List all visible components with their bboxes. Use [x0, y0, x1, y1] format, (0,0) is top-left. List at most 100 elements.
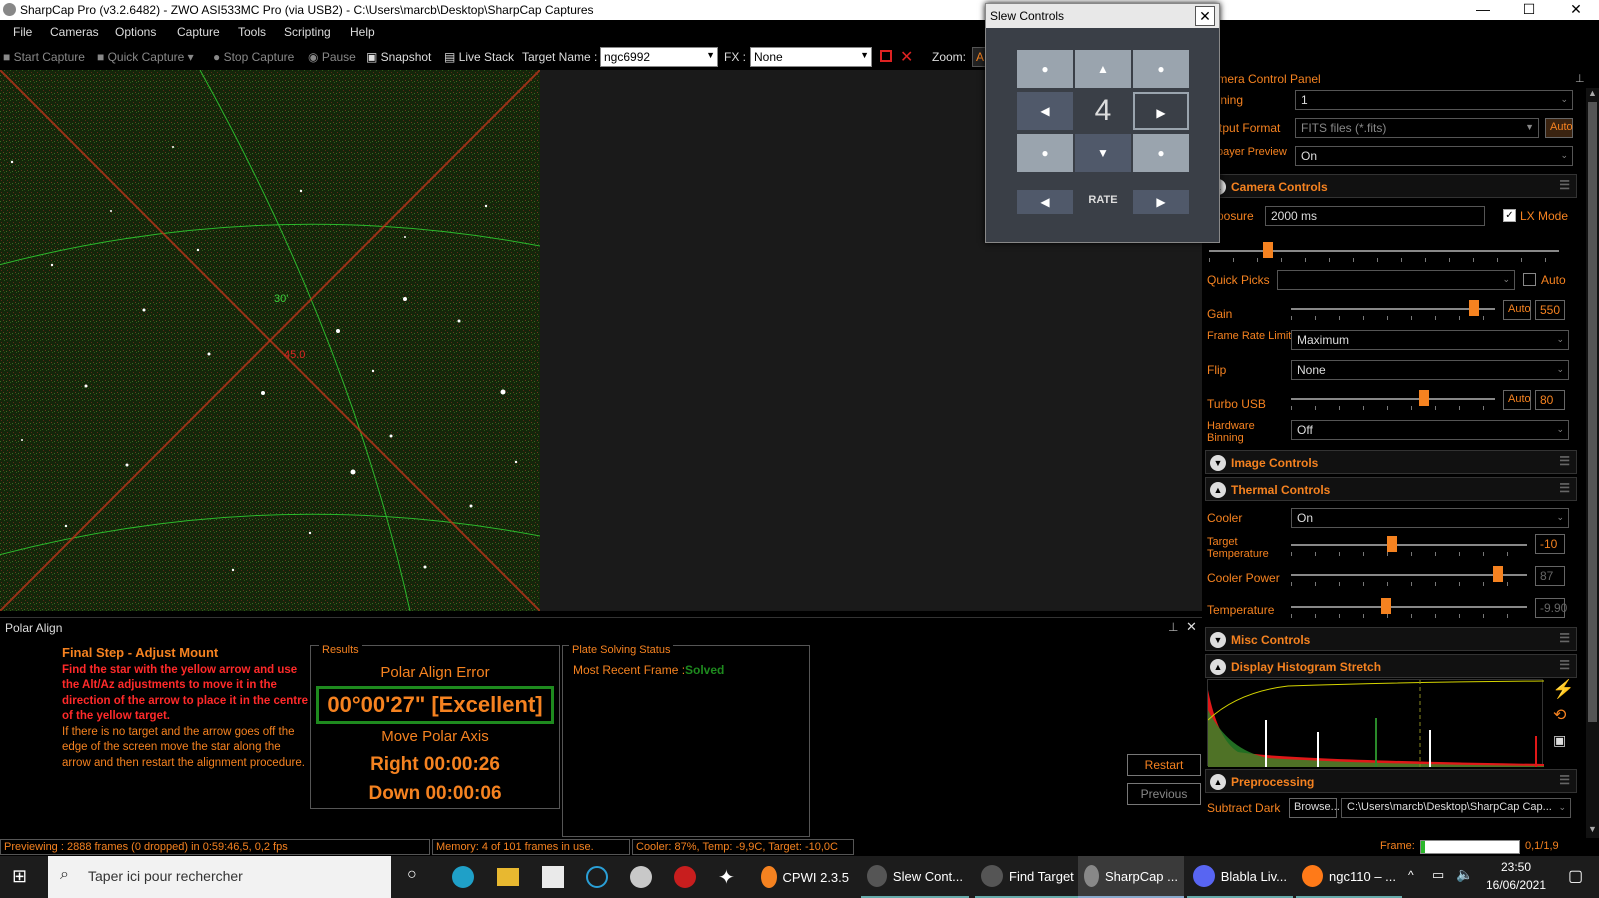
frame-rate-select[interactable]: Maximum ⌄: [1291, 330, 1569, 350]
histogram-header[interactable]: ▲ Display Histogram Stretch ☰: [1205, 654, 1577, 678]
quick-capture-button[interactable]: ■ Quick Capture ▾: [97, 50, 194, 64]
gain-value[interactable]: 550: [1535, 300, 1565, 320]
rate-increase-button[interactable]: ▶: [1133, 190, 1189, 214]
binning-select[interactable]: 1 ⌄: [1295, 90, 1573, 110]
start-capture-button[interactable]: ■ Start Capture: [3, 50, 85, 64]
live-stack-button[interactable]: ▤ Live Stack: [444, 50, 514, 64]
cooler-select[interactable]: On ⌄: [1291, 508, 1569, 528]
menu-icon[interactable]: ☰: [1559, 481, 1570, 495]
slew-se-button[interactable]: ●: [1133, 134, 1189, 172]
exposure-input[interactable]: 2000 ms: [1265, 206, 1485, 226]
windows-start-icon[interactable]: ⊞: [12, 866, 27, 887]
volume-icon[interactable]: 🔈: [1456, 866, 1473, 883]
scrollbar-thumb[interactable]: [1588, 102, 1597, 722]
thermal-controls-header[interactable]: ▲ Thermal Controls ☰: [1205, 477, 1577, 501]
camera-controls-header[interactable]: ▲Camera Controls☰: [1205, 174, 1577, 198]
star-app-icon[interactable]: ✦: [718, 865, 735, 890]
taskbar-app-sharpcap[interactable]: SharpCap ...: [1078, 856, 1184, 898]
flip-select[interactable]: None ⌄: [1291, 360, 1569, 380]
turbo-usb-slider[interactable]: [1291, 390, 1495, 410]
task-view-icon[interactable]: ○: [407, 866, 417, 884]
fx-select[interactable]: None ▼: [750, 47, 872, 67]
lightning-icon[interactable]: ⚡: [1552, 679, 1574, 700]
debayer-select[interactable]: On ⌄: [1295, 146, 1573, 166]
chevron-up-icon[interactable]: ▲: [1210, 659, 1226, 675]
minimize-button[interactable]: —: [1460, 0, 1506, 20]
output-auto-button[interactable]: Auto: [1545, 118, 1573, 138]
chevron-down-icon[interactable]: ▼: [1210, 632, 1226, 648]
ccleaner-icon[interactable]: [586, 866, 608, 888]
turbo-usb-value[interactable]: 80: [1535, 390, 1565, 410]
menu-cameras[interactable]: Cameras: [50, 25, 99, 39]
restart-button[interactable]: Restart: [1127, 754, 1201, 776]
cross-reticle-icon[interactable]: ✕: [900, 47, 913, 67]
output-format-select[interactable]: FITS files (*.fits) ▼: [1295, 118, 1539, 138]
clock-date[interactable]: 16/06/2021: [1480, 878, 1552, 892]
snapshot-button[interactable]: ▣ Snapshot: [366, 50, 431, 64]
panel-scrollbar[interactable]: ▲ ▼: [1586, 88, 1599, 838]
temperature-thumb[interactable]: [1381, 598, 1391, 614]
slew-right-button[interactable]: ▶: [1133, 92, 1189, 130]
target-name-input[interactable]: ngc6992 ▼: [600, 47, 718, 67]
close-icon[interactable]: ✕: [1186, 619, 1197, 635]
hardware-binning-select[interactable]: Off ⌄: [1291, 420, 1569, 440]
image-controls-header[interactable]: ▼ Image Controls ☰: [1205, 450, 1577, 474]
chevron-up-icon[interactable]: ▲: [1210, 774, 1226, 790]
slew-title-bar[interactable]: Slew Controls ✕: [986, 4, 1219, 28]
menu-capture[interactable]: Capture: [177, 25, 220, 39]
slew-up-button[interactable]: ▲: [1075, 50, 1131, 88]
misc-controls-header[interactable]: ▼ Misc Controls ☰: [1205, 627, 1577, 651]
maps-icon[interactable]: [542, 866, 564, 888]
quick-picks-auto-checkbox[interactable]: [1523, 273, 1536, 286]
target-temperature-slider[interactable]: [1291, 536, 1527, 556]
scroll-up-icon[interactable]: ▲: [1588, 88, 1597, 98]
lx-mode-checkbox[interactable]: ✓: [1503, 209, 1516, 222]
reticle-box-icon[interactable]: [880, 50, 892, 62]
gain-auto-button[interactable]: Auto: [1503, 300, 1531, 320]
taskbar-app-cpwi[interactable]: CPWI 2.3.5: [755, 856, 855, 898]
slew-nw-button[interactable]: ●: [1017, 50, 1073, 88]
preprocessing-header[interactable]: ▲ Preprocessing ☰: [1205, 769, 1577, 793]
chevron-up-icon[interactable]: ▲: [1210, 482, 1226, 498]
quick-picks-select[interactable]: ⌄: [1277, 270, 1515, 290]
reset-icon[interactable]: ⟲: [1553, 705, 1566, 725]
clock-time[interactable]: 23:50: [1486, 860, 1546, 874]
image-viewer[interactable]: 30' 45.0: [0, 70, 540, 611]
menu-file[interactable]: File: [13, 25, 32, 39]
menu-icon[interactable]: ☰: [1559, 658, 1570, 672]
slew-left-button[interactable]: ◀: [1017, 92, 1073, 130]
target-temperature-thumb[interactable]: [1387, 536, 1397, 552]
menu-help[interactable]: Help: [350, 25, 375, 39]
pin-icon[interactable]: ⊥: [1575, 72, 1585, 85]
save-icon[interactable]: ▣: [1553, 732, 1566, 749]
taskbar-app-discord[interactable]: Blabla Liv...: [1187, 856, 1293, 898]
menu-icon[interactable]: ☰: [1559, 178, 1570, 192]
maximize-button[interactable]: ☐: [1506, 0, 1552, 20]
slew-sw-button[interactable]: ●: [1017, 134, 1073, 172]
slew-down-button[interactable]: ▼: [1075, 134, 1131, 172]
taskbar-app-slew[interactable]: Slew Cont...: [861, 856, 969, 898]
slew-close-button[interactable]: ✕: [1195, 6, 1215, 26]
menu-tools[interactable]: Tools: [238, 25, 266, 39]
histogram[interactable]: [1207, 679, 1545, 767]
chevron-up-icon[interactable]: ^: [1408, 868, 1414, 882]
pin-icon[interactable]: ⊥: [1168, 620, 1178, 634]
rate-decrease-button[interactable]: ◀: [1017, 190, 1073, 214]
exposure-slider-thumb[interactable]: [1263, 242, 1273, 258]
notification-icon[interactable]: ▢: [1568, 866, 1583, 886]
cooler-power-thumb[interactable]: [1493, 566, 1503, 582]
pause-button[interactable]: ◉ Pause: [308, 50, 356, 64]
chevron-down-icon[interactable]: ▼: [706, 50, 715, 60]
stellarium-icon[interactable]: [630, 866, 652, 888]
menu-icon[interactable]: ☰: [1559, 773, 1570, 787]
taskbar-app-find-target[interactable]: Find Target: [975, 856, 1083, 898]
stop-capture-button[interactable]: ● Stop Capture: [213, 50, 294, 64]
close-button[interactable]: ✕: [1553, 0, 1599, 20]
temperature-slider[interactable]: [1291, 598, 1527, 618]
chevron-down-icon[interactable]: ▼: [860, 50, 869, 60]
zoom-select[interactable]: A: [972, 47, 986, 67]
slew-ne-button[interactable]: ●: [1133, 50, 1189, 88]
menu-scripting[interactable]: Scripting: [284, 25, 331, 39]
menu-options[interactable]: Options: [115, 25, 156, 39]
folder-icon[interactable]: [497, 868, 519, 886]
